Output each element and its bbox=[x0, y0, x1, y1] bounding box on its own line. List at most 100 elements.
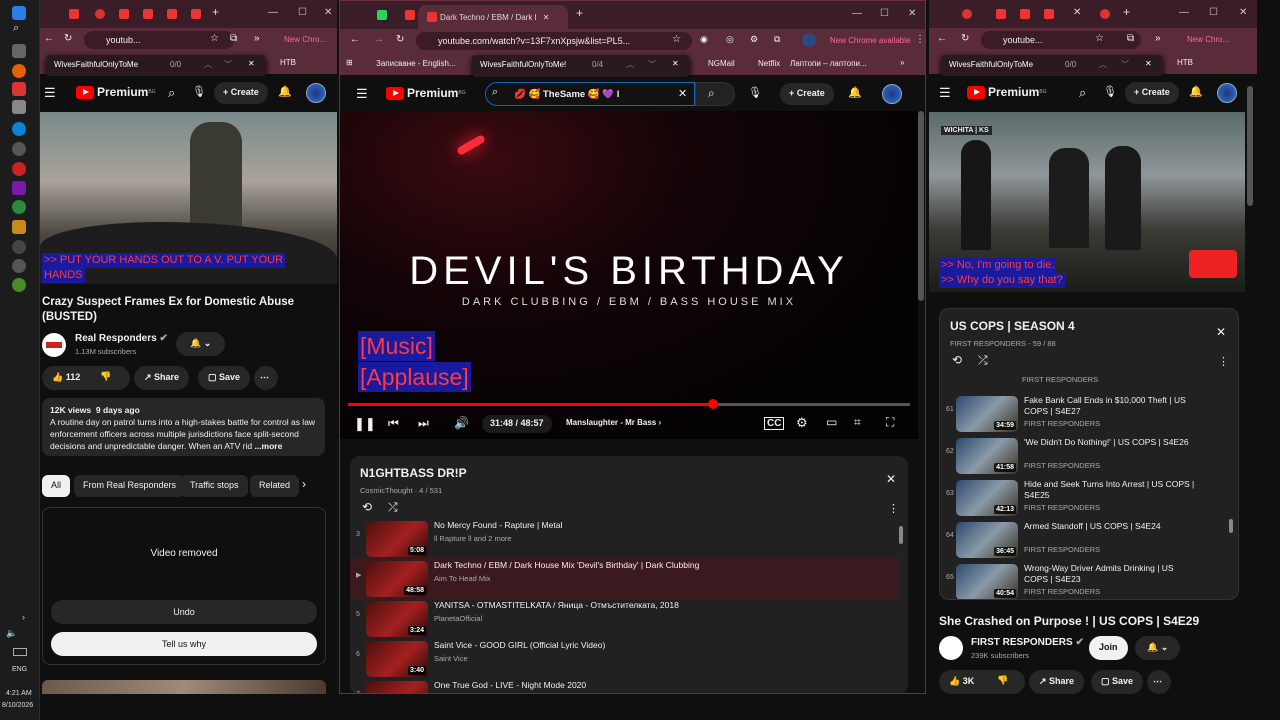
dislike-icon[interactable]: 👎 bbox=[100, 371, 111, 382]
back-icon[interactable]: ← bbox=[937, 33, 947, 44]
volume-icon[interactable]: 🔈 bbox=[6, 628, 17, 639]
cast-icon[interactable]: ⌗ bbox=[854, 415, 861, 430]
close-window-icon[interactable]: ✕ bbox=[324, 7, 332, 18]
task-view-icon[interactable] bbox=[12, 44, 26, 58]
avatar[interactable] bbox=[1217, 83, 1237, 103]
chevron-up-icon[interactable]: › bbox=[22, 612, 25, 622]
apps-icon[interactable]: ⊞ bbox=[346, 58, 353, 67]
bookmark-item[interactable]: НТВ bbox=[280, 58, 296, 67]
minimize-icon[interactable]: — bbox=[268, 7, 278, 18]
shuffle-icon[interactable]: ⤮ bbox=[978, 353, 988, 368]
channel-avatar[interactable] bbox=[42, 333, 66, 357]
more-actions-icon[interactable]: ⋯ bbox=[254, 366, 278, 390]
description-box[interactable]: 12K views 9 days ago A routine day on pa… bbox=[42, 398, 325, 456]
tab-favicon-icon[interactable] bbox=[191, 9, 201, 19]
new-chrome-button[interactable]: New Chro... bbox=[284, 35, 326, 44]
playlist-item-thumbnail[interactable]: 3:40 bbox=[366, 641, 428, 677]
notification-bell-button[interactable]: 🔔 ⌄ bbox=[176, 332, 226, 356]
volume-icon[interactable]: 🔊 bbox=[454, 416, 469, 430]
find-input[interactable]: WivesFaithfulOnlyToMe bbox=[54, 60, 138, 69]
notifications-icon[interactable]: 🔔 bbox=[278, 85, 292, 98]
theater-mode-icon[interactable]: ▭ bbox=[826, 415, 837, 429]
tab-favicon-icon[interactable] bbox=[143, 9, 153, 19]
bookmark-item[interactable]: NGMail bbox=[708, 59, 735, 68]
maximize-icon[interactable]: ☐ bbox=[880, 8, 889, 19]
menu-icon[interactable]: ☰ bbox=[356, 86, 368, 102]
close-window-icon[interactable]: ✕ bbox=[908, 8, 916, 19]
loop-icon[interactable]: ⟲ bbox=[362, 500, 372, 514]
clock-date[interactable]: 8/10/2026 bbox=[2, 702, 33, 709]
like-button[interactable]: 👍 3K 👎 bbox=[939, 670, 1025, 694]
channel-name[interactable]: Real Responders ✔ bbox=[75, 333, 168, 344]
bookmark-item[interactable]: НТВ bbox=[1177, 58, 1193, 67]
tab-favicon-icon[interactable] bbox=[95, 9, 105, 19]
playlist-menu-icon[interactable]: ⋮ bbox=[888, 502, 899, 515]
playlist-item[interactable]: 5 3:24 YANITSA - OTMASTITELKATA / Яница - … bbox=[350, 598, 898, 640]
close-playlist-icon[interactable]: ✕ bbox=[886, 472, 896, 486]
edge-icon[interactable] bbox=[12, 122, 26, 136]
mic-icon[interactable]: 🎙 bbox=[192, 85, 206, 98]
star-icon[interactable]: ☆ bbox=[1095, 33, 1104, 44]
onenote-icon[interactable] bbox=[12, 181, 26, 195]
playlist-scrollbar[interactable] bbox=[899, 526, 903, 544]
share-button[interactable]: ↗ Share bbox=[1029, 670, 1085, 694]
tab-favicon-icon[interactable] bbox=[405, 10, 415, 20]
playlist-item[interactable]: 7 One True God - LIVE - Night Mode 2020 bbox=[350, 678, 898, 693]
youtube-logo[interactable]: Premium BG bbox=[967, 85, 1047, 99]
share-button[interactable]: ↗ Share bbox=[134, 366, 190, 390]
tab-favicon-icon[interactable] bbox=[1020, 9, 1030, 19]
playlist-title[interactable]: N1GHTBASS DR!P bbox=[360, 466, 467, 480]
windows-start-icon[interactable] bbox=[12, 6, 26, 20]
playlist-item-thumbnail[interactable]: 42:13 bbox=[956, 480, 1018, 516]
address-bar[interactable]: youtube... bbox=[981, 31, 1141, 49]
playlist-item[interactable]: 3 5:08 No Mercy Found - Rapture | Metal ll … bbox=[350, 520, 898, 560]
minimize-icon[interactable]: — bbox=[1179, 7, 1189, 18]
close-playlist-icon[interactable]: ✕ bbox=[1216, 325, 1226, 339]
menu-dots-icon[interactable]: ⋮ bbox=[915, 34, 925, 45]
new-tab-icon[interactable]: + bbox=[1123, 5, 1130, 19]
avatar[interactable] bbox=[306, 83, 326, 103]
playlist-title[interactable]: US COPS | SEASON 4 bbox=[950, 319, 1075, 333]
chip-traffic-stops[interactable]: Traffic stops bbox=[181, 475, 248, 497]
find-close-icon[interactable]: ✕ bbox=[248, 59, 255, 68]
playlist-item-title[interactable]: No Mercy Found - Rapture | Metal bbox=[434, 520, 874, 531]
active-tab[interactable]: Dark Techno / EBM / Dark I ✕ bbox=[418, 5, 568, 29]
playlist-item-thumbnail[interactable]: 41:58 bbox=[956, 438, 1018, 474]
new-tab-icon[interactable]: + bbox=[212, 5, 219, 19]
shuffle-icon[interactable]: ⤮ bbox=[388, 500, 398, 515]
opera-icon[interactable] bbox=[12, 162, 26, 176]
app-icon[interactable] bbox=[12, 142, 26, 156]
playlist-scrollbar[interactable] bbox=[1229, 519, 1233, 533]
playlist-item-thumbnail[interactable]: 48:58 bbox=[366, 561, 428, 597]
reload-icon[interactable]: ↻ bbox=[64, 33, 72, 44]
mic-icon[interactable]: 🎙 bbox=[1103, 85, 1117, 98]
find-next-icon[interactable]: ﹀ bbox=[648, 59, 656, 70]
chip-related[interactable]: Related bbox=[250, 475, 300, 497]
notifications-icon[interactable]: 🔔 bbox=[1189, 85, 1203, 98]
video-player[interactable]: >> PUT YOUR HANDS OUT TO A V. PUT YOUR H… bbox=[40, 112, 337, 284]
save-button[interactable]: ▢ Save bbox=[198, 366, 251, 390]
chip-next-icon[interactable]: › bbox=[302, 477, 306, 491]
search-box[interactable]: ⌕ 💋 🥰 TheSame 🥰 💜 l ✕ bbox=[485, 82, 695, 106]
playlist-item-title[interactable]: Dark Techno / EBM / Dark House Mix 'Devi… bbox=[434, 560, 874, 571]
playlist-item-title[interactable]: 'We Didn't Do Nothing!' | US COPS | S4E2… bbox=[1024, 437, 1199, 448]
clear-search-icon[interactable]: ✕ bbox=[678, 87, 687, 100]
playlist-item[interactable]: ▶ 48:58 Dark Techno / EBM / Dark House Mix… bbox=[350, 558, 898, 600]
save-button[interactable]: ▢ Save bbox=[1091, 670, 1144, 694]
new-chrome-button[interactable]: New Chro... bbox=[1187, 35, 1229, 44]
clock-time[interactable]: 4:21 AM bbox=[6, 690, 32, 697]
next-video-thumbnail[interactable] bbox=[42, 680, 326, 694]
more-tools-icon[interactable]: » bbox=[254, 33, 260, 44]
playlist-item-thumbnail[interactable]: 36:45 bbox=[956, 522, 1018, 558]
scrubber-handle[interactable] bbox=[708, 399, 719, 409]
create-button[interactable]: + Create bbox=[214, 82, 268, 104]
find-next-icon[interactable]: ﹀ bbox=[1121, 59, 1129, 70]
playlist-item[interactable]: 65 40:54 Wrong-Way Driver Admits Drinking … bbox=[940, 561, 1230, 599]
find-next-icon[interactable]: ﹀ bbox=[224, 59, 232, 70]
back-icon[interactable]: ← bbox=[44, 33, 54, 44]
more-actions-icon[interactable]: ⋯ bbox=[1147, 670, 1171, 694]
playlist-item[interactable]: 62 41:58 'We Didn't Do Nothing!' | US COPS… bbox=[940, 435, 1230, 477]
menu-icon[interactable]: ☰ bbox=[44, 85, 56, 101]
playlist-item-title[interactable]: Armed Standoff | US COPS | S4E24 bbox=[1024, 521, 1199, 532]
star-icon[interactable]: ☆ bbox=[672, 34, 681, 45]
